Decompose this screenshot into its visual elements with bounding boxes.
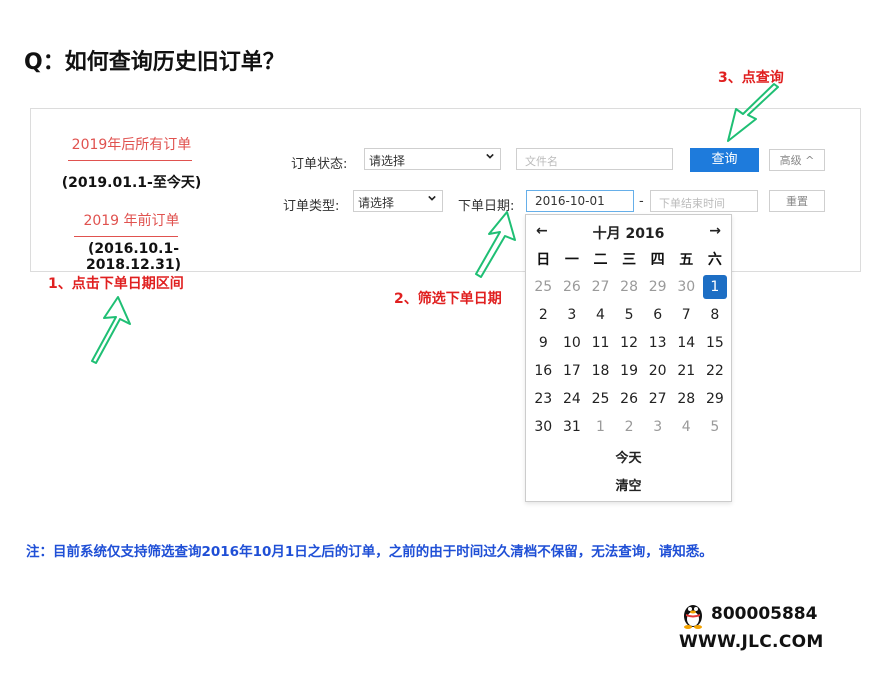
calendar-day[interactable]: 28 — [672, 385, 701, 413]
calendar-day[interactable]: 2 — [615, 413, 644, 441]
arrow-down-icon — [727, 83, 779, 142]
calendar-day[interactable]: 28 — [615, 273, 644, 301]
weekday-label: 一 — [564, 252, 579, 268]
calendar-day-selected[interactable]: 1 — [702, 275, 728, 299]
weekday-label: 日 — [536, 252, 551, 268]
calendar-day[interactable]: 25 — [529, 273, 558, 301]
calendar-day[interactable]: 10 — [558, 329, 587, 357]
calendar-day[interactable]: 3 — [643, 413, 672, 441]
calendar-day[interactable]: 17 — [558, 357, 587, 385]
weekday-label: 三 — [622, 252, 637, 268]
calendar-day[interactable]: 3 — [558, 301, 587, 329]
calendar-day[interactable]: 19 — [615, 357, 644, 385]
calendar-day[interactable]: 18 — [586, 357, 615, 385]
calendar-day[interactable]: 30 — [672, 273, 701, 301]
calendar-day[interactable]: 14 — [672, 329, 701, 357]
calendar-day[interactable]: 27 — [643, 385, 672, 413]
date-picker-popup: 十月 2016 ← → 日 一 二 三 四 五 六 25 26 27 28 29… — [525, 214, 732, 502]
calendar-day[interactable]: 12 — [615, 329, 644, 357]
calendar-today-button[interactable]: 今天 — [526, 447, 731, 466]
calendar-day[interactable]: 21 — [672, 357, 701, 385]
weekday-label: 四 — [650, 252, 665, 268]
calendar-day[interactable]: 11 — [586, 329, 615, 357]
calendar-day[interactable]: 30 — [529, 413, 558, 441]
calendar-day[interactable]: 5 — [701, 413, 730, 441]
calendar-day[interactable]: 2 — [529, 301, 558, 329]
calendar-day[interactable]: 4 — [586, 301, 615, 329]
calendar-day[interactable]: 27 — [586, 273, 615, 301]
calendar-day[interactable]: 9 — [529, 329, 558, 357]
calendar-day[interactable]: 6 — [643, 301, 672, 329]
calendar-month-title: 十月 2016 — [592, 226, 665, 242]
calendar-week-row: 23 24 25 26 27 28 29 — [529, 385, 729, 413]
calendar-day[interactable]: 15 — [701, 329, 730, 357]
notice-text: 注：目前系统仅支持筛选查询2016年10月1日之后的订单，之前的由于时间过久清档… — [26, 544, 713, 560]
calendar-day[interactable]: 29 — [701, 385, 730, 413]
calendar-grid: 日 一 二 三 四 五 六 25 26 27 28 29 30 1 2 3 4 … — [529, 245, 729, 441]
weekday-label: 二 — [593, 252, 608, 268]
prev-month-arrow-icon[interactable]: ← — [536, 223, 548, 239]
calendar-day[interactable]: 16 — [529, 357, 558, 385]
calendar-day[interactable]: 25 — [586, 385, 615, 413]
calendar-day[interactable]: 20 — [643, 357, 672, 385]
qq-penguin-icon — [684, 605, 702, 629]
calendar-weekday-row: 日 一 二 三 四 五 六 — [529, 245, 729, 273]
calendar-day[interactable]: 13 — [643, 329, 672, 357]
calendar-day[interactable]: 1 — [586, 413, 615, 441]
calendar-day[interactable]: 8 — [701, 301, 730, 329]
arrow-up-icon — [91, 296, 131, 364]
calendar-day[interactable]: 26 — [558, 273, 587, 301]
contact-phone: 800005884 — [711, 604, 818, 624]
calendar-clear-button[interactable]: 清空 — [526, 475, 731, 494]
next-month-arrow-icon[interactable]: → — [709, 223, 721, 239]
calendar-day[interactable]: 22 — [701, 357, 730, 385]
calendar-day[interactable]: 24 — [558, 385, 587, 413]
calendar-week-row: 2 3 4 5 6 7 8 — [529, 301, 729, 329]
calendar-week-row: 30 31 1 2 3 4 5 — [529, 413, 729, 441]
contact-website[interactable]: WWW.JLC.COM — [679, 632, 824, 652]
calendar-day[interactable]: 23 — [529, 385, 558, 413]
calendar-day[interactable]: 4 — [672, 413, 701, 441]
arrow-up-icon — [475, 211, 516, 278]
calendar-week-row: 16 17 18 19 20 21 22 — [529, 357, 729, 385]
calendar-day[interactable]: 5 — [615, 301, 644, 329]
calendar-week-row: 25 26 27 28 29 30 1 — [529, 273, 729, 301]
calendar-day[interactable]: 29 — [643, 273, 672, 301]
calendar-day[interactable]: 7 — [672, 301, 701, 329]
annotation-arrows — [91, 83, 779, 364]
weekday-label: 五 — [679, 252, 694, 268]
calendar-day[interactable]: 31 — [558, 413, 587, 441]
weekday-label: 六 — [707, 252, 722, 268]
calendar-week-row: 9 10 11 12 13 14 15 — [529, 329, 729, 357]
calendar-day[interactable]: 26 — [615, 385, 644, 413]
